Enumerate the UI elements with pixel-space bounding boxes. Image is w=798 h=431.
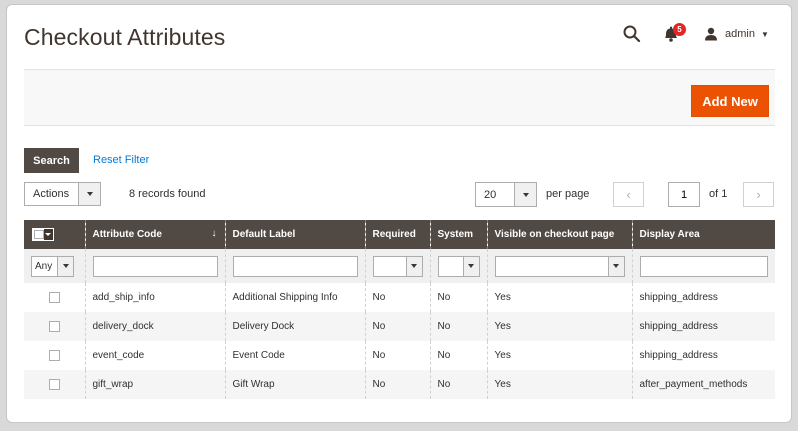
cell-visible: Yes (486, 283, 632, 312)
chevron-down-icon (607, 256, 624, 276)
column-header-required[interactable]: Required (364, 220, 430, 249)
next-page-button[interactable]: › (743, 182, 774, 207)
chevron-down-icon (405, 256, 422, 276)
mass-select-header[interactable] (24, 220, 85, 249)
cell-system: No (429, 312, 487, 341)
column-header-default-label[interactable]: Default Label (224, 220, 365, 249)
cell-attribute-code: delivery_dock (84, 312, 225, 341)
cell-attribute-code: gift_wrap (84, 370, 225, 399)
cell-default-label: Event Code (224, 341, 365, 370)
cell-visible: Yes (486, 341, 632, 370)
admin-page: Checkout Attributes 5 admin ▼ Add New Se… (6, 4, 792, 423)
previous-page-button[interactable]: ‹ (613, 182, 644, 207)
per-page-label: per page (546, 188, 590, 200)
filter-required-select[interactable] (372, 255, 423, 277)
table-row[interactable]: gift_wrap Gift Wrap No No Yes after_paym… (24, 370, 775, 399)
filter-system-select[interactable] (437, 255, 480, 277)
cell-display-area: shipping_address (631, 283, 775, 312)
mass-actions-value: Actions (33, 188, 70, 200)
chevron-down-icon (78, 183, 100, 205)
grid-header-row: Attribute Code ↓ Default Label Required … (24, 220, 775, 249)
search-button[interactable]: Search (24, 148, 79, 173)
page-title: Checkout Attributes (24, 24, 226, 50)
filter-attribute-code[interactable] (92, 255, 218, 277)
column-header-system[interactable]: System (429, 220, 487, 249)
filter-default-label[interactable] (232, 255, 358, 277)
cell-required: No (364, 283, 430, 312)
cell-system: No (429, 370, 487, 399)
user-icon (705, 27, 717, 41)
page-total: of 1 (709, 188, 728, 200)
page-actions-bar: Add New (24, 69, 775, 126)
mass-select-checkbox[interactable] (32, 228, 54, 241)
cell-default-label: Additional Shipping Info (224, 283, 365, 312)
column-header-display-area[interactable]: Display Area (631, 220, 775, 249)
notification-count-badge: 5 (673, 23, 686, 36)
per-page-value: 20 (484, 189, 497, 201)
mass-actions-select[interactable]: Actions (24, 182, 101, 206)
cell-required: No (364, 312, 430, 341)
grid-filter-row: Any (24, 249, 775, 283)
reset-filter-link[interactable]: Reset Filter (93, 154, 149, 166)
cell-required: No (364, 370, 430, 399)
row-checkbox[interactable] (48, 291, 60, 303)
chevron-right-icon: › (756, 187, 761, 202)
page-number-input[interactable] (668, 182, 700, 207)
row-checkbox[interactable] (48, 349, 60, 361)
user-name: admin (725, 28, 755, 40)
search-icon[interactable] (622, 24, 642, 44)
column-header-visible[interactable]: Visible on checkout page (486, 220, 632, 249)
cell-display-area: after_payment_methods (631, 370, 775, 399)
chevron-left-icon: ‹ (626, 187, 631, 202)
per-page-select[interactable]: 20 (475, 182, 537, 207)
chevron-down-icon (514, 183, 536, 206)
chevron-down-icon (462, 256, 479, 276)
user-menu[interactable]: admin ▼ (704, 24, 769, 44)
sort-down-arrow-icon: ↓ (211, 228, 217, 239)
cell-system: No (429, 283, 487, 312)
records-found: 8 records found (129, 188, 206, 200)
table-row[interactable]: add_ship_info Additional Shipping Info N… (24, 283, 775, 312)
filter-display-area[interactable] (639, 255, 768, 277)
table-row[interactable]: delivery_dock Delivery Dock No No Yes sh… (24, 312, 775, 341)
cell-default-label: Gift Wrap (224, 370, 365, 399)
cell-display-area: shipping_address (631, 312, 775, 341)
cell-visible: Yes (486, 370, 632, 399)
attributes-grid: Attribute Code ↓ Default Label Required … (24, 220, 775, 399)
chevron-down-icon (57, 256, 73, 276)
table-row[interactable]: event_code Event Code No No Yes shipping… (24, 341, 775, 370)
add-new-button[interactable]: Add New (691, 85, 769, 117)
cell-required: No (364, 341, 430, 370)
column-header-attribute-code[interactable]: Attribute Code ↓ (84, 220, 225, 249)
row-checkbox[interactable] (48, 320, 60, 332)
mass-filter-select[interactable]: Any (31, 255, 74, 277)
cell-system: No (429, 341, 487, 370)
caret-down-icon: ▼ (760, 29, 769, 39)
cell-attribute-code: add_ship_info (84, 283, 225, 312)
filter-visible-select[interactable] (494, 255, 625, 277)
cell-display-area: shipping_address (631, 341, 775, 370)
cell-default-label: Delivery Dock (224, 312, 365, 341)
cell-visible: Yes (486, 312, 632, 341)
row-checkbox[interactable] (48, 378, 60, 390)
cell-attribute-code: event_code (84, 341, 225, 370)
